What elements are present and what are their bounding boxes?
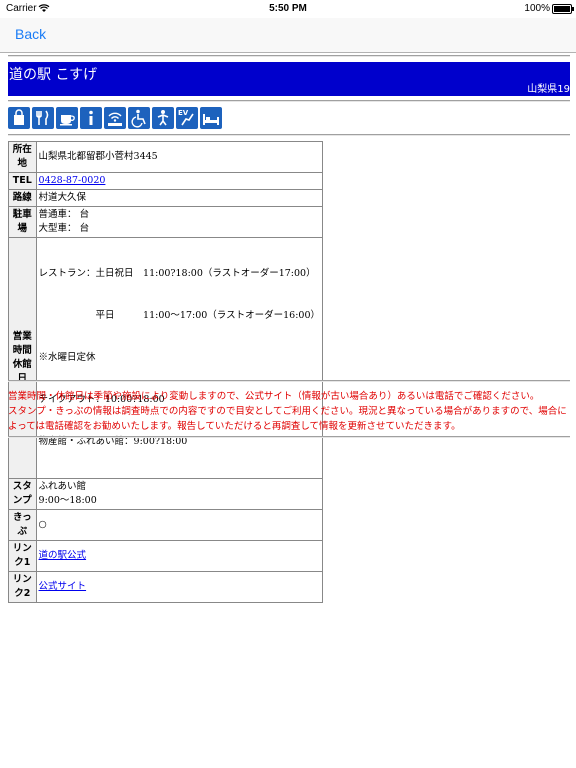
tel-label: TEL [8, 172, 37, 190]
battery-icon [552, 4, 574, 14]
address-value: 山梨県北都留郡小菅村3445 [35, 141, 324, 173]
battery-percent: 100% [524, 3, 550, 14]
shopping-bag-icon [8, 107, 30, 129]
status-bar: Carrier 5:50 PM 100% [0, 0, 576, 18]
table-row: リンク2 公式サイト [8, 571, 324, 603]
link1-cell: 道の駅公式 [35, 540, 324, 572]
hours-label-line1: 営業時間 [12, 331, 32, 356]
navigation-bar: Back [0, 18, 576, 53]
hours-value: レストラン：土日祝日 11:00?18:00（ラストオーダー17:00） 平日 … [35, 237, 324, 479]
stamp-value: ふれあい館 9:00～18:00 [35, 478, 324, 510]
svg-text:EV: EV [178, 109, 189, 117]
parking-regular: 普通車： 台 [38, 209, 90, 220]
clock: 5:50 PM [269, 3, 307, 14]
facility-icons: EV [8, 107, 222, 129]
divider-table [8, 380, 570, 382]
link2-label: リンク2 [8, 571, 37, 603]
official-station-link[interactable]: 道の駅公式 [39, 550, 87, 561]
kippu-value: ○ [35, 509, 324, 541]
divider-top [8, 55, 570, 57]
stamp-location: ふれあい館 [38, 481, 87, 492]
link2-cell: 公式サイト [35, 571, 324, 603]
notice-line1: 営業時間・休館日は季節や施設により変動しますので、公式サイト（情報が古い場合あり… [8, 391, 540, 402]
divider-bottom [8, 436, 570, 438]
tel-link[interactable]: 0428-87-0020 [39, 175, 106, 186]
ev-charger-icon: EV [176, 107, 198, 129]
prefecture-label: 山梨県19 [527, 84, 570, 95]
kippu-label: きっぷ [8, 509, 37, 541]
tel-cell: 0428-87-0020 [35, 172, 324, 190]
address-label: 所在地 [8, 141, 37, 173]
table-row: 所在地 山梨県北都留郡小菅村3445 [8, 141, 324, 173]
official-site-link[interactable]: 公式サイト [39, 581, 87, 592]
baby-care-icon [152, 107, 174, 129]
route-label: 路線 [8, 189, 37, 207]
hours-label: 営業時間 休館日 [8, 237, 37, 479]
table-row: きっぷ ○ [8, 509, 324, 541]
divider-title [8, 100, 570, 102]
divider-icons [8, 134, 570, 136]
parking-large: 大型車： 台 [38, 223, 90, 234]
table-row: リンク1 道の駅公式 [8, 540, 324, 572]
cafe-icon [56, 107, 78, 129]
table-row: 営業時間 休館日 レストラン：土日祝日 11:00?18:00（ラストオーダー1… [8, 237, 324, 479]
table-row: 駐車場 普通車： 台 大型車： 台 [8, 206, 324, 238]
stamp-hours: 9:00～18:00 [38, 495, 97, 506]
parking-label: 駐車場 [8, 206, 37, 238]
wheelchair-icon [128, 107, 150, 129]
wifi-icon [104, 107, 126, 129]
parking-value: 普通車： 台 大型車： 台 [35, 206, 324, 238]
hotel-bed-icon [200, 107, 222, 129]
info-icon [80, 107, 102, 129]
route-value: 村道大久保 [35, 189, 324, 207]
link1-label: リンク1 [8, 540, 37, 572]
notice-text: 営業時間・休館日は季節や施設により変動しますので、公式サイト（情報が古い場合あり… [8, 389, 570, 434]
notice-line2: スタンプ・きっぷの情報は調査時点での内容ですので目安としてご利用ください。現況と… [8, 406, 567, 432]
restaurant-icon [32, 107, 54, 129]
table-row: 路線 村道大久保 [8, 189, 324, 207]
hours-closed-day: ※水曜日定休 [38, 352, 96, 363]
station-title-bar: 道の駅 こすげ 山梨県19 [8, 62, 570, 96]
station-info-table: 所在地 山梨県北都留郡小菅村3445 TEL 0428-87-0020 路線 村… [8, 141, 324, 603]
table-row: TEL 0428-87-0020 [8, 172, 324, 190]
hours-restaurant-weekday: 平日 11:00～17:00（ラストオーダー16:00） [38, 310, 320, 321]
table-row: スタンプ ふれあい館 9:00～18:00 [8, 478, 324, 510]
station-name: 道の駅 こすげ [9, 67, 98, 83]
stamp-label: スタンプ [8, 478, 37, 510]
back-button[interactable]: Back [15, 26, 46, 42]
hours-restaurant-weekend: レストラン：土日祝日 11:00?18:00（ラストオーダー17:00） [38, 268, 316, 279]
